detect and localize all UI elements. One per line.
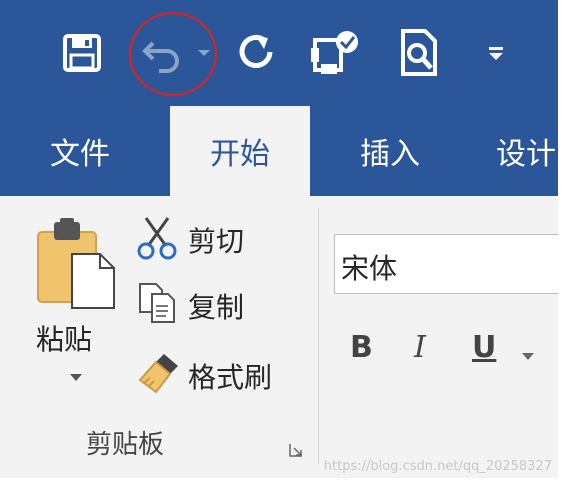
customize-icon xyxy=(489,47,503,60)
save-button[interactable] xyxy=(58,26,106,80)
underline-button[interactable]: U xyxy=(472,330,496,365)
cut-label: 剪切 xyxy=(188,225,245,258)
undo-icon xyxy=(142,41,179,73)
copy-icon xyxy=(139,283,175,323)
print-preview-icon xyxy=(401,29,437,76)
touch-mode-icon xyxy=(311,31,358,74)
quick-access-toolbar xyxy=(0,0,558,106)
tab-design[interactable]: 设计 xyxy=(478,106,558,196)
chevron-down-icon xyxy=(198,50,210,56)
scissors-icon xyxy=(137,217,177,260)
redo-button[interactable] xyxy=(232,26,282,80)
touch-mode-button[interactable] xyxy=(308,26,364,80)
copy-label: 复制 xyxy=(188,291,245,324)
ribbon-home-panel: 粘贴 剪切 复制 格式刷 剪贴板 宋体 B I U xyxy=(0,196,558,478)
paste-label: 粘贴 xyxy=(36,323,93,356)
undo-dropdown[interactable] xyxy=(194,26,214,80)
save-icon xyxy=(63,34,101,72)
tab-label: 文件 xyxy=(50,137,110,172)
chevron-down-icon xyxy=(70,374,82,381)
group-divider xyxy=(318,208,319,464)
font-name-value: 宋体 xyxy=(341,252,398,285)
tab-label: 开始 xyxy=(210,137,270,172)
font-name-input[interactable]: 宋体 xyxy=(334,234,558,294)
copy-button[interactable]: 复制 xyxy=(136,282,266,328)
chevron-down-icon xyxy=(522,353,534,360)
bold-button[interactable]: B xyxy=(350,330,373,365)
cut-button[interactable]: 剪切 xyxy=(136,216,266,262)
tab-label: 设计 xyxy=(496,137,556,172)
ribbon-tabs: 文件 开始 插入 设计 xyxy=(0,106,558,196)
print-preview-button[interactable] xyxy=(394,26,444,80)
clipboard-group-label: 剪贴板 xyxy=(86,430,165,460)
format-painter-icon xyxy=(138,354,178,394)
redo-icon xyxy=(239,35,273,68)
italic-button[interactable]: I xyxy=(414,330,426,365)
tab-insert[interactable]: 插入 xyxy=(330,106,450,196)
format-painter-label: 格式刷 xyxy=(188,361,273,394)
clipboard-dialog-launcher[interactable] xyxy=(288,442,304,458)
underline-dropdown[interactable] xyxy=(522,346,538,360)
tab-file[interactable]: 文件 xyxy=(30,106,130,196)
word-window: 文件 开始 插入 设计 粘贴 剪切 复制 格式刷 剪贴板 宋体 B I U ht… xyxy=(0,0,558,478)
watermark: https://blog.csdn.net/qq_20258327 xyxy=(323,459,552,474)
undo-button[interactable] xyxy=(138,26,188,80)
paste-icon xyxy=(37,218,115,309)
customize-toolbar-button[interactable] xyxy=(484,26,508,80)
dialog-launcher-icon xyxy=(289,444,302,457)
tab-home[interactable]: 开始 xyxy=(170,106,310,196)
format-painter-button[interactable]: 格式刷 xyxy=(136,348,306,398)
paste-button[interactable]: 粘贴 xyxy=(30,214,120,400)
tab-label: 插入 xyxy=(360,137,420,172)
